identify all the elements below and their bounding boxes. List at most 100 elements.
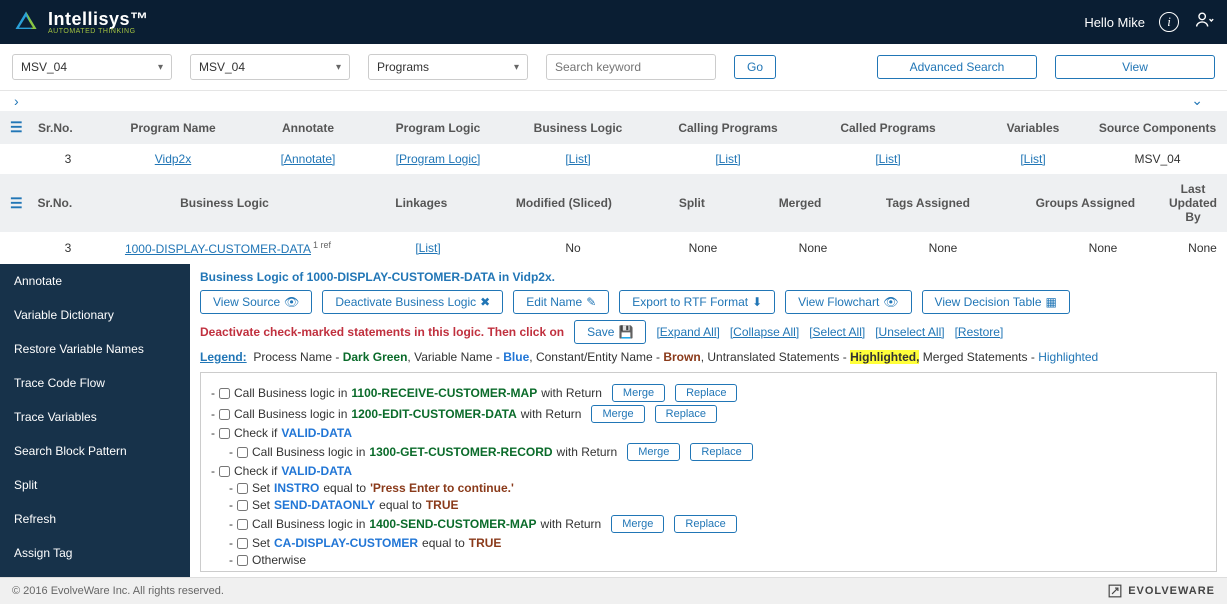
collapse-caret[interactable]: ⌄: [1177, 90, 1217, 111]
search-input[interactable]: [546, 54, 716, 80]
statement: -Check if VALID-DATA: [211, 464, 1206, 478]
columns-icon[interactable]: ☰: [10, 195, 23, 211]
deactivate-bl-button[interactable]: Deactivate Business Logic✖: [322, 290, 503, 314]
replace-button[interactable]: Replace: [690, 443, 752, 461]
link-collapse-all[interactable]: [Collapse All]: [730, 325, 799, 339]
export-rtf-button[interactable]: Export to RTF Format⬇: [619, 290, 775, 314]
proc-name: 1200-EDIT-CUSTOMER-DATA: [351, 407, 516, 421]
view-source-button[interactable]: View Source👁: [200, 290, 312, 314]
statement-checkbox[interactable]: [219, 388, 230, 399]
legend-untranslated-value: Highlighted,: [850, 350, 919, 364]
statement: -Call Business logic in 1200-EDIT-CUSTOM…: [211, 405, 1206, 423]
copyright-text: © 2016 EvolveWare Inc. All rights reserv…: [12, 585, 224, 597]
link-business-logic[interactable]: [List]: [565, 152, 590, 166]
merge-button[interactable]: Merge: [612, 384, 665, 402]
sidebar-item-restore-variable-names[interactable]: Restore Variable Names: [0, 332, 190, 366]
merge-button[interactable]: Merge: [591, 405, 644, 423]
sidebar-item-search-block-pattern[interactable]: Search Block Pattern: [0, 434, 190, 468]
select-project-2[interactable]: MSV_04▾: [190, 54, 350, 80]
col-program-logic: Program Logic: [368, 121, 508, 135]
edit-name-button[interactable]: Edit Name✎: [513, 290, 609, 314]
statement-checkbox[interactable]: [219, 428, 230, 439]
var-name: INSTRO: [274, 481, 319, 495]
link-expand-all[interactable]: [Expand All]: [656, 325, 719, 339]
link-select-all[interactable]: [Select All]: [809, 325, 865, 339]
footer-brand: EVOLVEWARE: [1128, 585, 1215, 597]
col2-linkages: Linkages: [352, 196, 490, 210]
link-called[interactable]: [List]: [875, 152, 900, 166]
btn-label: View Decision Table: [935, 295, 1042, 309]
save-button[interactable]: Save💾: [574, 320, 646, 344]
link-restore[interactable]: [Restore]: [955, 325, 1004, 339]
link-linkages[interactable]: [List]: [415, 241, 440, 255]
topbar: Intellisys™ AUTOMATED THINKING Hello Mik…: [0, 0, 1227, 44]
main-area: Annotate Variable Dictionary Restore Var…: [0, 264, 1227, 578]
view-button[interactable]: View: [1055, 55, 1215, 79]
proc-name: 1100-RECEIVE-CUSTOMER-MAP: [351, 386, 537, 400]
sidebar-item-refresh[interactable]: Refresh: [0, 502, 190, 536]
statement-checkbox[interactable]: [219, 409, 230, 420]
link-annotate[interactable]: [Annotate]: [281, 152, 336, 166]
stmt-text: Set: [252, 498, 270, 512]
action-button-row: View Source👁 Deactivate Business Logic✖ …: [200, 290, 1217, 314]
chevron-down-icon: ▾: [514, 62, 519, 73]
statement-checkbox[interactable]: [219, 466, 230, 477]
legend-untranslated-label: Untranslated Statements -: [707, 350, 846, 364]
merge-button[interactable]: Merge: [627, 443, 680, 461]
view-decision-table-button[interactable]: View Decision Table▦: [922, 290, 1070, 314]
statement: -Call Business logic in 1300-GET-CUSTOME…: [229, 443, 1206, 461]
col2-merged: Merged: [746, 196, 854, 210]
sidebar-item-trace-variables[interactable]: Trace Variables: [0, 400, 190, 434]
statement-checkbox[interactable]: [237, 447, 248, 458]
var-name: VALID-DATA: [281, 464, 352, 478]
stmt-text: Otherwise: [252, 553, 306, 567]
merge-button[interactable]: Merge: [611, 515, 664, 533]
go-button[interactable]: Go: [734, 55, 776, 79]
legend-variable-label: Variable Name -: [414, 350, 500, 364]
statement-checkbox[interactable]: [237, 500, 248, 511]
logo-triangle-icon: [12, 8, 40, 36]
cell-srno: 3: [38, 152, 98, 166]
sidebar-item-variable-dictionary[interactable]: Variable Dictionary: [0, 298, 190, 332]
select-category[interactable]: Programs▾: [368, 54, 528, 80]
link-program-name[interactable]: Vidp2x: [155, 152, 191, 166]
statement-checkbox[interactable]: [237, 483, 248, 494]
user-menu-icon[interactable]: [1193, 10, 1215, 35]
statement: -Set SEND-DATAONLY equal to TRUE: [229, 498, 1206, 512]
link-variables[interactable]: [List]: [1020, 152, 1045, 166]
sidebar-item-trace-code-flow[interactable]: Trace Code Flow: [0, 366, 190, 400]
link-calling[interactable]: [List]: [715, 152, 740, 166]
btn-label: Edit Name: [526, 295, 582, 309]
var-name: SEND-DATAONLY: [274, 498, 375, 512]
select-project-1[interactable]: MSV_04▾: [12, 54, 172, 80]
statement: -Otherwise: [229, 553, 1206, 567]
expand-up-caret[interactable]: ›: [0, 91, 1227, 111]
ref-count: 1 ref: [313, 240, 331, 250]
statement: -Set CA-DISPLAY-CUSTOMER equal to TRUE: [229, 536, 1206, 550]
statement-checkbox[interactable]: [237, 538, 248, 549]
statement-checkbox[interactable]: [237, 555, 248, 566]
sidebar-item-split[interactable]: Split: [0, 468, 190, 502]
view-flowchart-button[interactable]: View Flowchart👁: [785, 290, 911, 314]
sidebar-item-annotate[interactable]: Annotate: [0, 264, 190, 298]
columns-icon[interactable]: ☰: [10, 119, 23, 135]
link-unselect-all[interactable]: [Unselect All]: [875, 325, 944, 339]
link-bl-name[interactable]: 1000-DISPLAY-CUSTOMER-DATA: [125, 242, 311, 256]
replace-button[interactable]: Replace: [675, 384, 737, 402]
proc-name: 1300-GET-CUSTOMER-RECORD: [369, 445, 552, 459]
col-program-name: Program Name: [98, 121, 248, 135]
info-icon[interactable]: i: [1159, 12, 1179, 32]
link-program-logic[interactable]: [Program Logic]: [396, 152, 481, 166]
const-value: TRUE: [469, 536, 502, 550]
replace-button[interactable]: Replace: [655, 405, 717, 423]
stmt-text: equal to: [323, 481, 366, 495]
deactivate-warning: Deactivate check-marked statements in th…: [200, 325, 564, 339]
sidebar-item-assign-tag[interactable]: Assign Tag: [0, 536, 190, 570]
statement-checkbox[interactable]: [237, 519, 248, 530]
close-icon: ✖: [480, 295, 490, 309]
advanced-search-button[interactable]: Advanced Search: [877, 55, 1037, 79]
greeting-text: Hello Mike: [1084, 15, 1145, 30]
replace-button[interactable]: Replace: [674, 515, 736, 533]
btn-label: View Source: [213, 295, 280, 309]
sidebar: Annotate Variable Dictionary Restore Var…: [0, 264, 190, 578]
